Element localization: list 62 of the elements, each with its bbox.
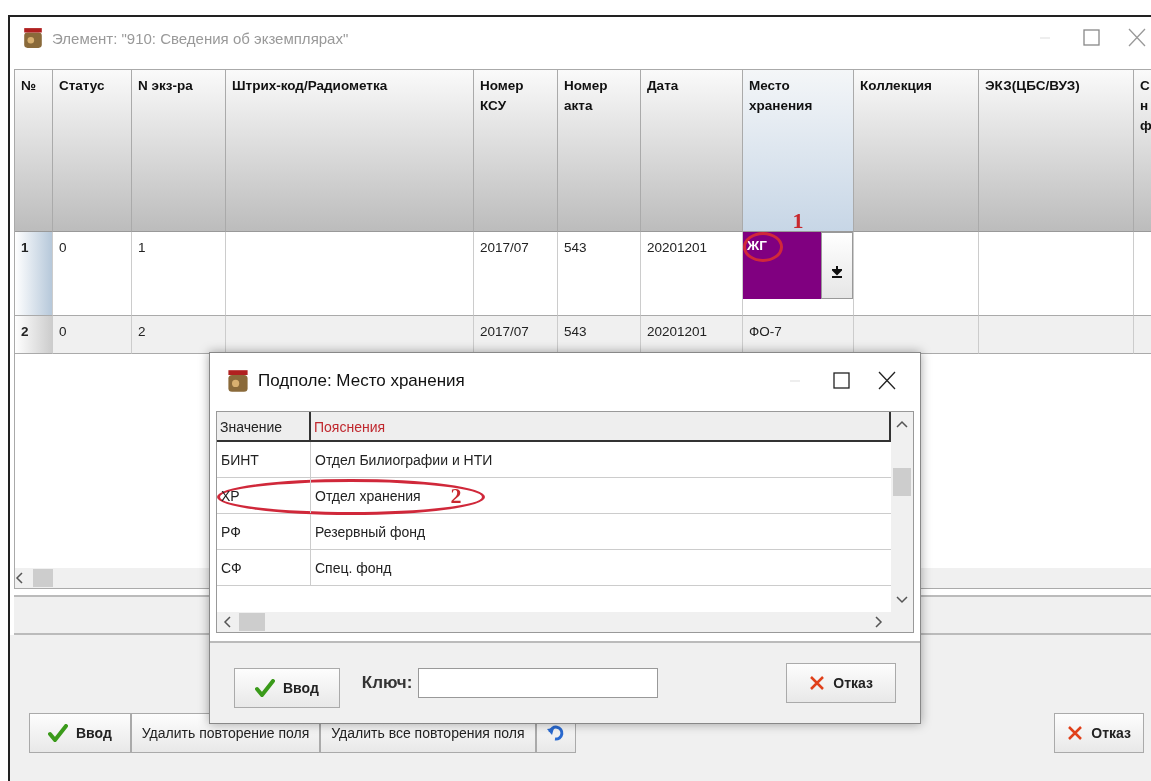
table-cell: 20201201 — [641, 232, 743, 316]
column-header[interactable]: Дата — [641, 70, 743, 232]
table-cell[interactable]: БИНТ — [217, 442, 311, 477]
scrollbar-thumb[interactable] — [239, 613, 265, 631]
enter-button[interactable]: Ввод — [234, 668, 340, 708]
table-cell: 543 — [558, 232, 641, 316]
enter-button[interactable]: Ввод — [29, 713, 131, 753]
column-header[interactable]: Пояснения — [311, 412, 891, 442]
table-cell[interactable]: Отдел Билиографии и НТИ — [311, 442, 497, 477]
scrollbar-thumb[interactable] — [893, 468, 911, 496]
column-header[interactable]: Штрих-код/Радиометка — [226, 70, 474, 232]
app-logo-icon — [22, 27, 44, 49]
column-header[interactable]: ЭКЗ(ЦБС/ВУЗ) — [979, 70, 1134, 232]
close-icon — [1067, 725, 1084, 741]
download-arrow-icon — [832, 266, 842, 278]
table-cell[interactable]: Резервный фонд — [311, 514, 430, 549]
table-cell: 1 — [132, 232, 226, 316]
cancel-button[interactable]: Отказ — [786, 663, 896, 703]
scroll-up-icon[interactable] — [896, 420, 908, 428]
scroll-down-icon[interactable] — [896, 596, 908, 604]
column-header[interactable]: Статус — [53, 70, 132, 232]
annotation-number: 1 — [792, 211, 804, 231]
table-cell[interactable]: ХР — [217, 478, 311, 513]
table-cell: 0 — [53, 316, 132, 354]
row-number: 2 — [15, 316, 53, 354]
window-title: Элемент: "910: Сведения об экземплярах" — [52, 29, 350, 47]
annotation-number: 2 — [450, 482, 462, 509]
table-cell: 2017/07 — [474, 316, 558, 354]
table-cell[interactable]: Отдел хранения — [311, 478, 425, 513]
scroll-left-icon[interactable] — [223, 616, 233, 628]
column-header[interactable]: Значение — [217, 412, 311, 442]
table-cell[interactable]: СФ — [217, 550, 311, 585]
table-cell: 2017/07 — [474, 232, 558, 316]
table-cell: ФО-7 — [743, 316, 854, 354]
table-cell: 20201201 — [641, 316, 743, 354]
column-header[interactable]: Номер КСУ — [474, 70, 558, 232]
selected-value-field[interactable]: ЖГ — [743, 232, 821, 299]
close-icon — [809, 675, 826, 691]
column-header[interactable]: Место хранения 1 — [743, 70, 854, 232]
scroll-right-icon[interactable] — [873, 616, 883, 628]
undo-icon — [546, 724, 565, 742]
dropdown-button[interactable] — [821, 232, 853, 299]
table-cell: 2 — [132, 316, 226, 354]
cancel-button[interactable]: Отказ — [1054, 713, 1144, 753]
column-header[interactable]: Коллекция — [854, 70, 979, 232]
key-input-field[interactable] — [418, 668, 659, 698]
table-cell[interactable]: Спец. фонд — [311, 550, 396, 585]
column-header[interactable]: N экз-ра — [132, 70, 226, 232]
scroll-left-icon[interactable] — [15, 572, 25, 584]
checkmark-icon — [48, 724, 68, 742]
column-header[interactable]: № — [15, 70, 53, 232]
row-number: 1 — [15, 232, 53, 316]
table-cell: 0 — [53, 232, 132, 316]
scrollbar-thumb[interactable] — [33, 569, 53, 587]
app-logo-icon — [226, 369, 250, 393]
column-header[interactable]: Номер акта — [558, 70, 641, 232]
dialog-title: Подполе: Место хранения — [258, 371, 466, 391]
table-cell: 543 — [558, 316, 641, 354]
key-label: Ключ: — [361, 673, 413, 693]
column-header[interactable]: С н ф — [1134, 70, 1151, 232]
table-cell[interactable]: РФ — [217, 514, 311, 549]
checkmark-icon — [255, 679, 275, 697]
